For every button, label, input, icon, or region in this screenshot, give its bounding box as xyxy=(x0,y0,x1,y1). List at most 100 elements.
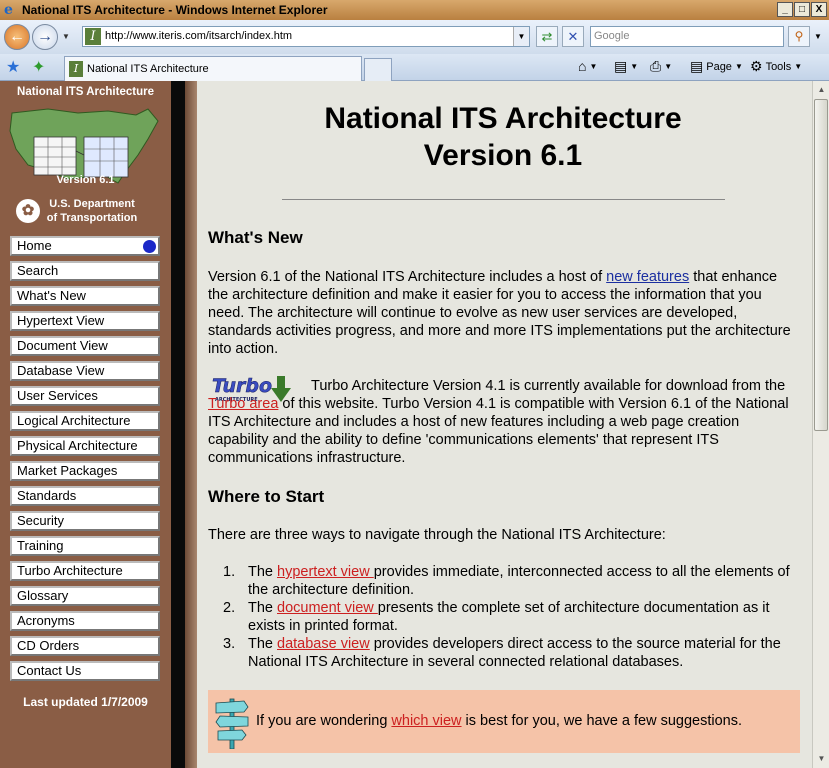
sidebar-item-whats-new[interactable]: What's New xyxy=(10,286,160,306)
sidebar-item-label: Training xyxy=(17,538,64,553)
window-title: National ITS Architecture - Windows Inte… xyxy=(22,3,328,17)
sidebar-item-document-view[interactable]: Document View xyxy=(10,336,160,356)
whats-new-text-pre: Version 6.1 of the National ITS Architec… xyxy=(208,269,607,285)
minimize-button[interactable]: _ xyxy=(777,2,793,17)
sidebar-item-label: Standards xyxy=(17,488,77,503)
which-view-link[interactable]: which view xyxy=(391,713,461,729)
sidebar: National ITS Architecture Version 6.1 ✿ … xyxy=(0,81,171,768)
favorites-star-icon[interactable]: ★ xyxy=(6,57,20,77)
address-dropdown-icon[interactable]: ▼ xyxy=(513,27,529,46)
browser-viewport: National ITS Architecture Version 6.1 ✿ … xyxy=(0,81,829,768)
sidebar-item-physical-architecture[interactable]: Physical Architecture xyxy=(10,436,160,456)
sidebar-item-label: Logical Architecture xyxy=(17,413,131,428)
sidebar-item-contact-us[interactable]: Contact Us xyxy=(10,661,160,681)
sidebar-item-home[interactable]: Home xyxy=(10,236,160,256)
database-view-link[interactable]: database view xyxy=(277,636,370,652)
last-updated: Last updated 1/7/2009 xyxy=(23,695,148,709)
scroll-thumb[interactable] xyxy=(814,99,828,431)
vertical-scrollbar[interactable]: ▲ ▼ xyxy=(812,81,829,768)
tools-menu[interactable]: ⚙ Tools ▼ xyxy=(750,58,802,75)
signpost-icon xyxy=(215,698,249,749)
frame-divider xyxy=(171,81,185,768)
search-dropdown-icon[interactable]: ▼ xyxy=(812,26,824,47)
sidebar-item-database-view[interactable]: Database View xyxy=(10,361,160,381)
gear-icon: ⚙ xyxy=(750,58,763,74)
sidebar-item-glossary[interactable]: Glossary xyxy=(10,586,160,606)
main-content: National ITS Architecture Version 6.1 Wh… xyxy=(197,81,812,768)
new-features-link[interactable]: new features xyxy=(606,269,689,285)
search-button[interactable]: ⚲ xyxy=(788,26,810,47)
sidebar-item-label: Acronyms xyxy=(17,613,75,628)
dot-seal-icon[interactable]: ✿ xyxy=(16,199,40,223)
sidebar-item-user-services[interactable]: User Services xyxy=(10,386,160,406)
dot-link[interactable]: U.S. Department of Transportation xyxy=(44,197,140,225)
sidebar-item-label: Security xyxy=(17,513,64,528)
ie-logo-icon: e xyxy=(4,2,13,18)
window-title-bar: e National ITS Architecture - Windows In… xyxy=(0,0,829,20)
address-bar[interactable]: I http://www.iteris.com/itsarch/index.ht… xyxy=(82,26,530,47)
sidebar-item-logical-architecture[interactable]: Logical Architecture xyxy=(10,411,160,431)
sidebar-item-label: User Services xyxy=(17,388,98,403)
history-dropdown-icon[interactable]: ▼ xyxy=(62,32,70,41)
sidebar-item-label: Turbo Architecture xyxy=(17,563,123,578)
stop-button[interactable]: ✕ xyxy=(562,26,584,47)
maximize-button[interactable]: □ xyxy=(794,2,810,17)
sidebar-item-search[interactable]: Search xyxy=(10,261,160,281)
title-divider xyxy=(282,199,725,200)
frame-edge xyxy=(185,81,197,768)
search-input[interactable]: Google xyxy=(590,26,784,47)
page-title-line2: Version 6.1 xyxy=(423,139,583,172)
page-menu[interactable]: ▤ Page ▼ xyxy=(690,58,743,75)
sidebar-item-label: Database View xyxy=(17,363,105,378)
page-icon: ▤ xyxy=(690,58,704,74)
page-menu-label: Page xyxy=(706,60,732,73)
sidebar-item-acronyms[interactable]: Acronyms xyxy=(10,611,160,631)
sidebar-item-training[interactable]: Training xyxy=(10,536,160,556)
us-map-logo[interactable] xyxy=(8,105,160,185)
sidebar-item-market-packages[interactable]: Market Packages xyxy=(10,461,160,481)
page-favicon-icon: I xyxy=(85,28,101,45)
feeds-button[interactable]: ▤ ▼ xyxy=(614,58,638,75)
sidebar-item-hypertext-view[interactable]: Hypertext View xyxy=(10,311,160,331)
printer-icon: ⎙ xyxy=(650,58,662,74)
document-view-link[interactable]: document view xyxy=(277,600,378,616)
tab-favicon-icon: I xyxy=(69,61,83,77)
back-arrow-icon: ← xyxy=(9,28,25,45)
home-button[interactable]: ⌂ ▼ xyxy=(578,58,597,74)
turbo-area-link[interactable]: Turbo area xyxy=(208,396,278,412)
tip-box: If you are wondering which view is best … xyxy=(208,690,800,753)
stop-icon: ✕ xyxy=(567,29,579,44)
dot-line1: U.S. Department xyxy=(49,198,135,210)
scroll-up-icon[interactable]: ▲ xyxy=(815,83,828,97)
close-button[interactable]: X xyxy=(811,2,827,17)
print-button[interactable]: ⎙ ▼ xyxy=(650,58,672,75)
whats-new-paragraph: Version 6.1 of the National ITS Architec… xyxy=(208,268,798,358)
sidebar-item-label: Physical Architecture xyxy=(17,438,138,453)
turbo-text-post: of this website. Turbo Version 4.1 is co… xyxy=(208,396,789,466)
sidebar-item-label: Search xyxy=(17,263,59,278)
back-button[interactable]: ← xyxy=(4,24,30,50)
tip-pre: If you are wondering xyxy=(256,713,392,729)
tools-menu-label: Tools xyxy=(765,60,792,73)
whats-new-heading: What's New xyxy=(208,228,303,247)
sidebar-item-turbo-architecture[interactable]: Turbo Architecture xyxy=(10,561,160,581)
new-tab-button[interactable] xyxy=(364,58,392,81)
list-item: 3. The database view provides developers… xyxy=(208,635,798,671)
scroll-down-icon[interactable]: ▼ xyxy=(815,752,828,766)
sidebar-item-standards[interactable]: Standards xyxy=(10,486,160,506)
refresh-button[interactable]: ⇄ xyxy=(536,26,558,47)
forward-button[interactable]: → xyxy=(32,24,58,50)
address-toolbar: ← → ▼ I http://www.iteris.com/itsarch/in… xyxy=(0,20,829,54)
sidebar-item-cd-orders[interactable]: CD Orders xyxy=(10,636,160,656)
sidebar-item-label: What's New xyxy=(17,288,86,303)
where-to-start-heading: Where to Start xyxy=(208,487,325,506)
active-bullet-icon xyxy=(143,240,156,253)
rss-feed-icon: ▤ xyxy=(614,58,628,74)
tab-active[interactable]: I National ITS Architecture xyxy=(64,56,362,81)
hypertext-view-link[interactable]: hypertext view xyxy=(277,564,374,580)
list-number: 2. xyxy=(223,600,236,616)
sidebar-item-label: Document View xyxy=(17,338,108,353)
url-text[interactable]: http://www.iteris.com/itsarch/index.htm xyxy=(105,30,292,42)
add-favorite-icon[interactable]: ✦ xyxy=(32,57,45,77)
sidebar-item-security[interactable]: Security xyxy=(10,511,160,531)
